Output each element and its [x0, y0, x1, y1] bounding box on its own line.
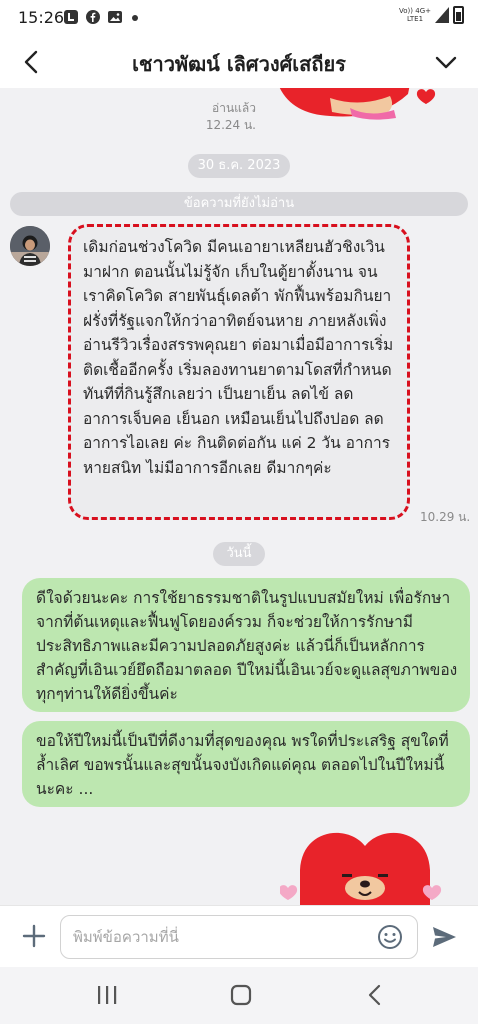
outgoing-message-bubble[interactable]: ขอให้ปีใหม่นี้เป็นปีที่ดีงามที่สุดของคุณ…: [22, 721, 470, 807]
emoji-icon[interactable]: [376, 923, 404, 951]
today-separator: วันนี้: [213, 542, 265, 566]
plus-icon[interactable]: [20, 922, 48, 950]
status-time: 15:26: [18, 8, 65, 27]
gallery-icon: [108, 11, 122, 23]
back-icon[interactable]: [362, 982, 388, 1008]
chevron-down-icon[interactable]: [432, 48, 460, 76]
send-icon[interactable]: [430, 923, 458, 951]
message-input[interactable]: [60, 915, 418, 959]
chat-title: เชาวพัฒน์ เลิศวงศ์เสถียร: [132, 52, 346, 76]
chat-header: เชาวพัฒน์ เลิศวงศ์เสถียร: [0, 36, 478, 88]
line-icon: [64, 10, 78, 24]
read-status: อ่านแล้ว 12.24 น.: [186, 100, 256, 134]
incoming-message-time: 10.29 น.: [420, 510, 471, 524]
heart-sticker-image: [279, 88, 436, 120]
battery-icon: [453, 6, 464, 24]
heart-sticker-image: [280, 832, 442, 905]
network-label: Vo)) 4G+ LTE1: [399, 7, 431, 23]
avatar-photo: [10, 226, 50, 266]
avatar[interactable]: [10, 226, 50, 266]
dot-icon: [132, 15, 138, 21]
chat-area[interactable]: อ่านแล้ว 12.24 น. 30 ธ.ค. 2023 ข้อความที…: [0, 88, 478, 905]
date-separator: 30 ธ.ค. 2023: [188, 154, 290, 178]
status-bar: 15:26 Vo)) 4G+ LTE1: [0, 0, 478, 36]
home-icon[interactable]: [228, 982, 254, 1008]
read-time: 12.24 น.: [205, 118, 256, 132]
outgoing-message-bubble[interactable]: ดีใจด้วยนะคะ การใช้ยาธรรมชาติในรูปแบบสมั…: [22, 578, 470, 712]
chevron-left-icon[interactable]: [18, 48, 46, 76]
signal-icon: [435, 7, 449, 23]
unread-separator: ข้อความที่ยังไม่อ่าน: [10, 192, 468, 216]
nav-bar: [0, 967, 478, 1024]
recent-apps-icon[interactable]: [94, 984, 120, 1006]
read-label: อ่านแล้ว: [212, 101, 256, 115]
input-bar: [0, 905, 478, 967]
incoming-message-bubble[interactable]: เดิมก่อนช่วงโควิด มีคนเอายาเหลียนฮัวชิงเ…: [68, 224, 410, 520]
facebook-icon: [86, 10, 100, 24]
